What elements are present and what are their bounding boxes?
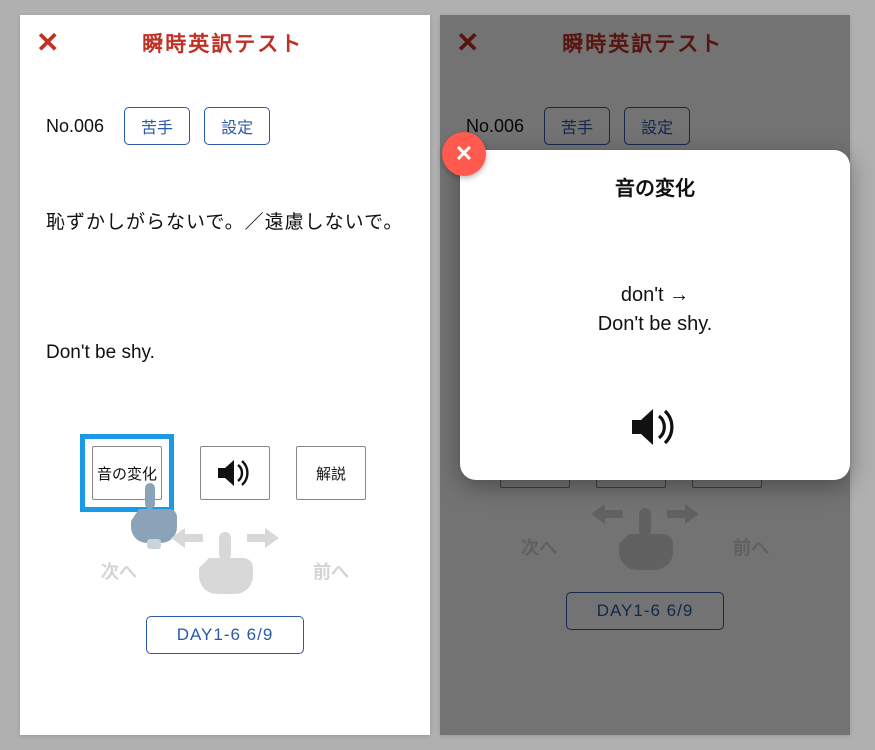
page-title: 瞬時英訳テスト [31, 28, 414, 58]
card-controls: No.006 苦手 設定 [46, 107, 430, 145]
popup-title: 音の変化 [478, 172, 832, 201]
settings-button[interactable]: 設定 [204, 107, 270, 145]
speaker-icon [629, 407, 681, 447]
weak-button[interactable]: 苦手 [124, 107, 190, 145]
close-icon: ✕ [455, 141, 473, 167]
highlight-frame: 音の変化 [80, 434, 174, 512]
next-label: 次へ [101, 558, 137, 584]
card-number: No.006 [46, 116, 104, 137]
popup-close-button[interactable]: ✕ [442, 132, 486, 176]
swipe-hint: 次へ 前へ [95, 520, 355, 600]
english-text: Don't be shy. [46, 342, 404, 364]
sound-change-button[interactable]: 音の変化 [92, 446, 162, 500]
speaker-icon [216, 458, 254, 488]
progress-button[interactable]: DAY1-6 6/9 [146, 616, 305, 654]
swipe-icon [165, 522, 285, 598]
action-row: 音の変化 解説 [80, 434, 430, 512]
audio-button[interactable] [200, 446, 270, 500]
popup-audio-button[interactable] [629, 407, 681, 447]
sound-change-popup: ✕ 音の変化 don't → Don't be shy. [460, 150, 850, 480]
prev-label: 前へ [313, 558, 349, 584]
popup-line1: don't → [478, 281, 832, 310]
screen-main: ✕ 瞬時英訳テスト No.006 苦手 設定 恥ずかしがらないで。／遠慮しないで… [20, 15, 430, 735]
explain-button[interactable]: 解説 [296, 446, 366, 500]
popup-body: don't → Don't be shy. [478, 281, 832, 339]
japanese-text: 恥ずかしがらないで。／遠慮しないで。 [46, 207, 404, 234]
header: ✕ 瞬時英訳テスト [20, 15, 430, 71]
popup-line2: Don't be shy. [478, 310, 832, 339]
